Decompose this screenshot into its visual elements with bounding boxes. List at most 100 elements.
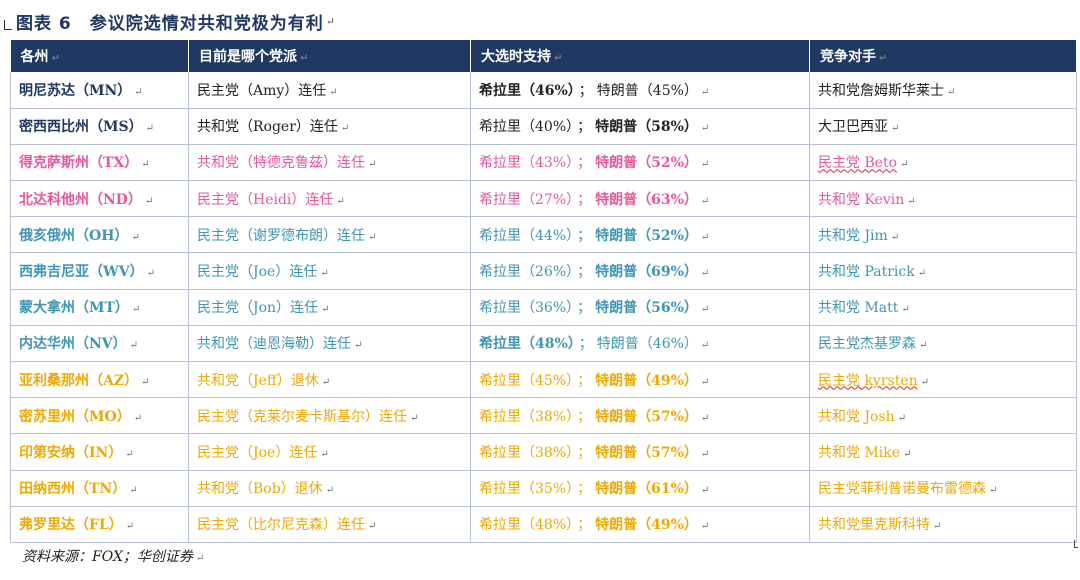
clinton-support: 希拉里（36%） [479,300,574,317]
support-separator: ； [577,517,592,534]
cell-rival: 民主党菲利普诺曼布雷德森 ↵ [809,470,1077,507]
cell-current-party: 共和党（特德克鲁兹）连任 ↵ [188,144,471,182]
paragraph-mark-icon: ↵ [129,340,139,352]
cell-rival: 民主党杰基罗森 ↵ [809,325,1077,363]
support-separator: ； [577,155,592,172]
state-name: 内达华州（NV） [19,336,127,353]
cell-rival: 大卫巴西亚 ↵ [809,108,1077,145]
cell-current-party: 民主党（谢罗德布朗）连任 ↵ [188,216,471,254]
paragraph-mark-icon: ↵ [321,376,331,388]
cell-state: 得克萨斯州（TX） ↵ [10,144,189,182]
cell-rival: 共和党 Josh ↵ [809,397,1077,435]
trump-support: 特朗普（46%） [596,336,698,353]
paragraph-mark-icon: ↵ [917,268,927,280]
support-separator: ； [577,444,592,461]
paragraph-mark-icon: ↵ [320,448,329,460]
support-separator: ； [577,264,592,281]
paragraph-mark-icon: ↵ [700,485,710,497]
cell-election-support: 希拉里（36%）；特朗普（56%） ↵ [470,289,810,326]
cell-election-support: 希拉里（35%）；特朗普（61%） ↵ [470,470,810,507]
support-separator: ； [577,481,592,498]
current-party-text: 民主党（比尔尼克森）连任 [197,517,365,534]
cell-election-support: 希拉里（27%）；特朗普（63%） ↵ [470,180,810,218]
paragraph-mark-icon: ↵ [368,521,377,533]
paragraph-mark-icon: ↵ [354,340,363,352]
support-separator: ； [577,408,592,425]
cell-rival: 共和党 Jim ↵ [809,216,1077,254]
paragraph-mark-icon: ↵ [700,376,710,388]
paragraph-mark-icon: ↵ [125,448,134,460]
header-current-party: 目前是哪个党派 ↵ [188,40,471,72]
cell-state: 蒙大拿州（MT） ↵ [10,289,189,326]
clinton-support: 希拉里（45%） [479,372,574,389]
cell-current-party: 民主党（比尔尼克森）连任 ↵ [188,506,471,543]
cell-current-party: 共和党（Bob）退休 ↵ [188,470,471,507]
clinton-support: 希拉里（46%） [479,82,575,99]
table-row: 印第安纳（IN） ↵ 民主党（Joe）连任 ↵ 希拉里（38%）；特朗普（57%） ↵ 共和… [10,433,1077,471]
table-row: 弗罗里达（FL） ↵ 民主党（比尔尼克森）连任 ↵ 希拉里（48%）；特朗普（49%） ↵… [10,506,1077,543]
table-row: 西弗吉尼亚（WV） ↵ 民主党（Joe）连任 ↵ 希拉里（26%）；特朗普（69%） ↵ 共… [10,252,1077,290]
trump-support: 特朗普（45%） [596,82,698,99]
current-party-text: 民主党（谢罗德布朗）连任 [197,227,365,244]
cell-rival: 民主党 kyrsten ↵ [809,361,1077,399]
paragraph-mark-icon: ↵ [891,123,900,135]
clinton-support: 希拉里（26%） [479,264,574,281]
clinton-support: 希拉里（40%） [479,119,574,136]
paragraph-mark-icon: ↵ [890,231,900,243]
rival-name: 共和党 Josh [818,408,895,425]
clinton-support: 希拉里（35%） [479,481,574,498]
state-name: 印第安纳（IN） [19,444,123,461]
paragraph-mark-icon: ↵ [901,304,910,316]
cell-state: 明尼苏达（MN） ↵ [10,72,189,109]
figure-title-row: 图表 6 参议院选情对共和党极为有利 ↵ [4,6,335,36]
rival-name: 共和党 Matt [818,300,899,317]
paragraph-mark-icon: ↵ [141,376,150,388]
support-separator: ； [577,372,592,389]
paragraph-mark-icon: ↵ [700,195,710,207]
trump-support: 特朗普（63%） [595,191,698,208]
paragraph-mark-icon: ↵ [700,123,710,135]
paragraph-mark-icon: ↵ [125,521,135,533]
trump-support: 特朗普（49%） [595,517,698,534]
paragraph-mark-icon: ↵ [134,86,143,98]
paragraph-mark-icon: ↵ [700,159,710,171]
trump-support: 特朗普（57%） [595,444,698,461]
current-party-text: 民主党（Joe）连任 [197,444,318,461]
cell-state: 密西西比州（MS） ↵ [10,108,189,145]
cell-rival: 共和党 Mike ↵ [809,433,1077,471]
cell-state: 俄亥俄州（OH） ↵ [10,216,189,254]
cell-rival: 共和党 Patrick ↵ [809,252,1077,290]
trump-support: 特朗普（57%） [595,408,698,425]
paragraph-mark-icon: ↵ [131,304,141,316]
state-name: 亚利桑那州（AZ） [19,372,139,389]
rival-name: 共和党 Patrick [818,264,915,281]
rival-name: 大卫巴西亚 [818,119,888,136]
table-row: 田纳西州（TN） ↵ 共和党（Bob）退休 ↵ 希拉里（35%）；特朗普（61%） ↵ 民主… [10,470,1077,507]
cell-current-party: 民主党（克莱尔麦卡斯基尔）连任 ↵ [188,397,471,435]
paragraph-mark-icon: ↵ [325,14,335,28]
paragraph-mark-icon: ↵ [368,159,377,171]
support-separator: ； [578,82,593,99]
cell-rival: 共和党詹姆斯华莱士 ↵ [809,72,1077,109]
current-party-text: 民主党（Amy）连任 [197,82,327,99]
cell-election-support: 希拉里（26%）；特朗普（69%） ↵ [470,252,810,290]
cell-state: 印第安纳（IN） ↵ [10,433,189,471]
anchor-icon [4,20,12,30]
cell-current-party: 共和党（Jeff）退休 ↵ [188,361,471,399]
support-separator: ； [577,227,592,244]
state-name: 北达科他州（ND） [19,191,142,208]
cell-election-support: 希拉里（43%）；特朗普（52%） ↵ [470,144,810,182]
rival-name: 共和党 Jim [818,227,888,244]
cell-election-support: 希拉里（38%）；特朗普（57%） ↵ [470,397,810,435]
rival-name: 共和党 Mike [818,444,901,461]
paragraph-mark-icon: ↵ [145,123,154,135]
clinton-support: 希拉里（27%） [479,191,574,208]
clinton-support: 希拉里（48%） [479,336,575,353]
cell-current-party: 民主党（Joe）连任 ↵ [188,433,471,471]
paragraph-mark-icon: ↵ [700,304,710,316]
cell-election-support: 希拉里（48%）；特朗普（49%） ↵ [470,506,810,543]
clinton-support: 希拉里（38%） [479,408,574,425]
paragraph-mark-icon: ↵ [919,340,928,352]
current-party-text: 民主党（Jon）连任 [197,300,319,317]
paragraph-mark-icon: ↵ [700,268,710,280]
